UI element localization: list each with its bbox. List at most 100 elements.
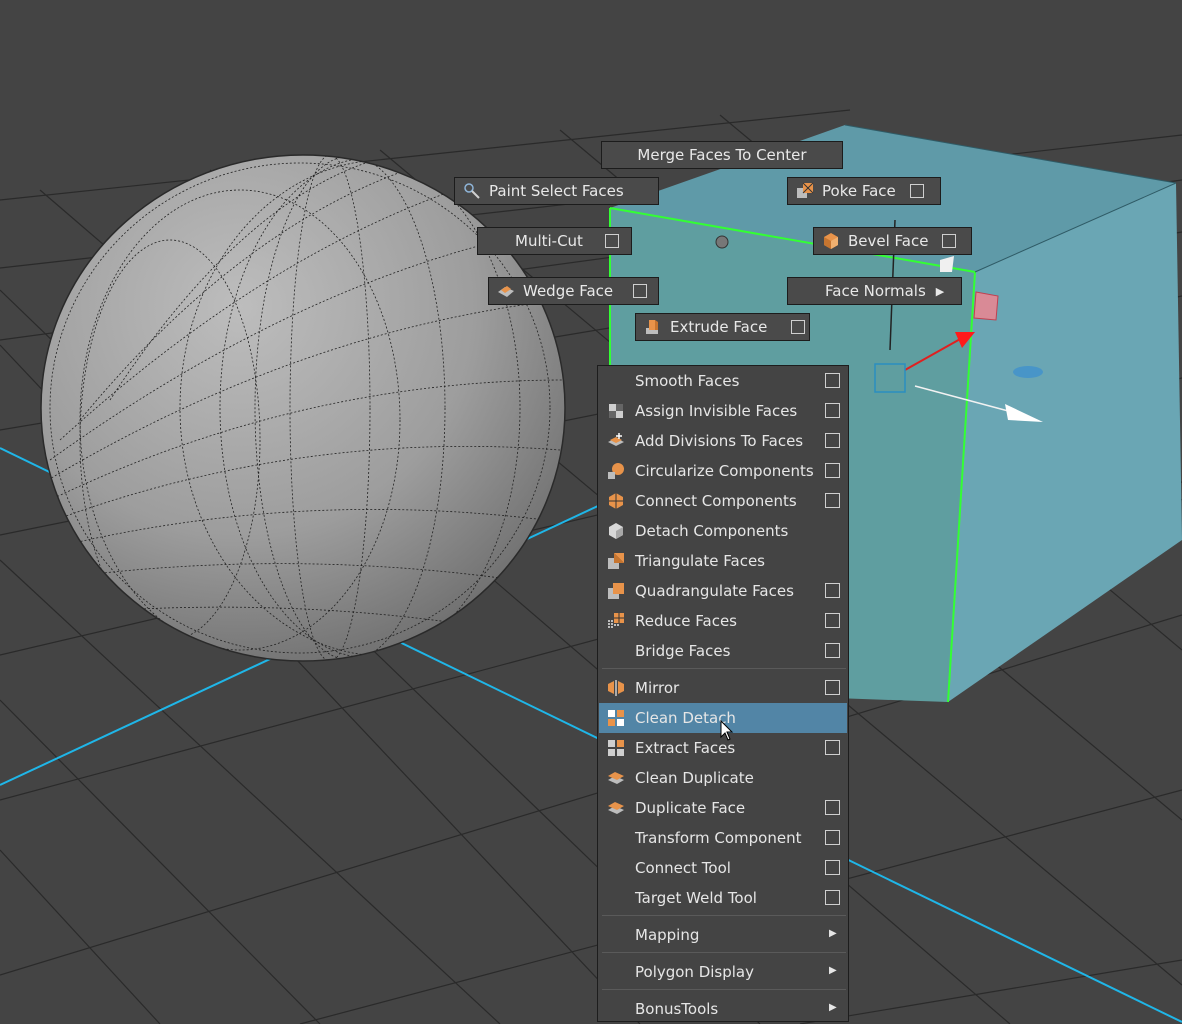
menu-item-reduce-faces[interactable]: Reduce Faces xyxy=(599,606,847,636)
menu-separator xyxy=(602,915,846,916)
duplicate-icon xyxy=(608,802,624,814)
bevel-face-label: Bevel Face xyxy=(848,232,929,250)
menu-item-label: Target Weld Tool xyxy=(635,889,757,907)
option-box[interactable] xyxy=(825,830,840,845)
merge-faces-label: Merge Faces To Center xyxy=(637,146,807,164)
multi-cut-option-box[interactable] xyxy=(604,234,619,248)
extract-icon xyxy=(608,740,624,756)
menu-item-connect-components[interactable]: Connect Components xyxy=(599,486,847,516)
menu-separator xyxy=(602,989,846,990)
multi-cut-label: Multi-Cut xyxy=(515,232,583,250)
menu-item-label: Assign Invisible Faces xyxy=(635,402,798,420)
option-box[interactable] xyxy=(825,463,840,478)
menu-item-label: Bridge Faces xyxy=(635,642,731,660)
option-box[interactable] xyxy=(825,493,840,508)
bevel-face-icon xyxy=(824,233,838,249)
menu-item-label: Triangulate Faces xyxy=(635,552,765,570)
menu-item-label: Add Divisions To Faces xyxy=(635,432,804,450)
extrude-face-button[interactable]: Extrude Face xyxy=(635,313,810,341)
bevel-face-button[interactable]: Bevel Face xyxy=(813,227,972,255)
circularize-icon xyxy=(608,463,624,479)
poke-face-icon xyxy=(797,182,814,198)
option-box[interactable] xyxy=(825,583,840,598)
menu-item-assign-invisible-faces[interactable]: Assign Invisible Faces xyxy=(599,396,847,426)
clean-detach-icon xyxy=(608,710,624,726)
option-box[interactable] xyxy=(825,433,840,448)
wedge-face-icon xyxy=(498,286,514,297)
menu-item-circularize-components[interactable]: Circularize Components xyxy=(599,456,847,486)
menu-item-label: BonusTools xyxy=(635,1000,719,1018)
option-box[interactable] xyxy=(825,373,840,388)
menu-item-bridge-faces[interactable]: Bridge Faces xyxy=(599,636,847,666)
menu-item-label: Mapping xyxy=(635,926,700,944)
menu-item-label: Smooth Faces xyxy=(635,372,740,390)
extrude-face-icon xyxy=(646,320,658,334)
merge-faces-to-center-button[interactable]: Merge Faces To Center xyxy=(601,141,843,169)
option-box[interactable] xyxy=(825,890,840,905)
menu-item-mapping[interactable]: Mapping ▶ xyxy=(599,920,847,950)
menu-item-label: Transform Component xyxy=(635,829,802,847)
triangulate-icon xyxy=(608,553,624,569)
quadrangulate-icon xyxy=(608,583,624,599)
menu-item-label: Detach Components xyxy=(635,522,789,540)
menu-item-add-divisions-to-faces[interactable]: Add Divisions To Faces xyxy=(599,426,847,456)
clean-duplicate-icon xyxy=(608,772,624,784)
wedge-face-option-box[interactable] xyxy=(633,284,648,298)
option-box[interactable] xyxy=(825,643,840,658)
menu-item-mirror[interactable]: Mirror xyxy=(599,673,847,703)
poke-face-option-box[interactable] xyxy=(909,184,924,198)
invisible-faces-icon xyxy=(609,404,623,418)
option-box[interactable] xyxy=(825,680,840,695)
option-box[interactable] xyxy=(825,613,840,628)
menu-item-label: Polygon Display xyxy=(635,963,754,981)
paint-select-faces-button[interactable]: Paint Select Faces xyxy=(454,177,659,205)
paint-select-label: Paint Select Faces xyxy=(489,182,624,200)
menu-item-triangulate-faces[interactable]: Triangulate Faces xyxy=(599,546,847,576)
extrude-face-label: Extrude Face xyxy=(670,318,768,336)
menu-item-label: Quadrangulate Faces xyxy=(635,582,794,600)
menu-item-connect-tool[interactable]: Connect Tool xyxy=(599,853,847,883)
submenu-arrow-icon: ▶ xyxy=(829,928,837,939)
menu-item-label: Mirror xyxy=(635,679,680,697)
option-box[interactable] xyxy=(825,800,840,815)
bevel-face-option-box[interactable] xyxy=(942,234,957,248)
face-context-menu: Smooth Faces Assign Invisible Faces Add … xyxy=(597,365,849,1022)
menu-item-label: Circularize Components xyxy=(635,462,814,480)
menu-item-label: Connect Components xyxy=(635,492,797,510)
detach-components-icon xyxy=(609,523,623,539)
paint-brush-icon xyxy=(464,183,480,199)
menu-item-detach-components[interactable]: Detach Components xyxy=(599,516,847,546)
submenu-arrow-icon: ▶ xyxy=(829,1002,837,1013)
menu-item-polygon-display[interactable]: Polygon Display ▶ xyxy=(599,957,847,987)
menu-separator xyxy=(602,668,846,669)
poke-face-label: Poke Face xyxy=(822,182,896,200)
multi-cut-button[interactable]: Multi-Cut xyxy=(477,227,632,255)
mirror-icon xyxy=(608,680,624,696)
menu-item-transform-component[interactable]: Transform Component xyxy=(599,823,847,853)
connect-components-icon xyxy=(609,493,623,509)
menu-item-bonustools[interactable]: BonusTools ▶ xyxy=(599,994,847,1024)
menu-item-quadrangulate-faces[interactable]: Quadrangulate Faces xyxy=(599,576,847,606)
reduce-icon xyxy=(608,613,624,628)
option-box[interactable] xyxy=(825,860,840,875)
option-box[interactable] xyxy=(825,403,840,418)
menu-item-label: Reduce Faces xyxy=(635,612,737,630)
add-divisions-icon xyxy=(608,433,624,446)
wedge-face-label: Wedge Face xyxy=(523,282,614,300)
option-box[interactable] xyxy=(825,740,840,755)
wedge-face-button[interactable]: Wedge Face xyxy=(488,277,659,305)
menu-item-duplicate-face[interactable]: Duplicate Face xyxy=(599,793,847,823)
menu-item-label: Duplicate Face xyxy=(635,799,746,817)
submenu-arrow-icon: ▶ xyxy=(935,284,945,298)
menu-item-label: Clean Duplicate xyxy=(635,769,754,787)
viewport-3d[interactable] xyxy=(0,0,1182,1024)
poke-face-button[interactable]: Poke Face xyxy=(787,177,941,205)
menu-item-target-weld-tool[interactable]: Target Weld Tool xyxy=(599,883,847,913)
face-normals-label: Face Normals xyxy=(825,282,926,300)
menu-separator xyxy=(602,952,846,953)
menu-item-clean-duplicate[interactable]: Clean Duplicate xyxy=(599,763,847,793)
face-normals-button[interactable]: Face Normals ▶ xyxy=(787,277,962,305)
mouse-cursor-icon xyxy=(720,720,734,741)
extrude-face-option-box[interactable] xyxy=(791,320,806,334)
menu-item-smooth-faces[interactable]: Smooth Faces xyxy=(599,366,847,396)
